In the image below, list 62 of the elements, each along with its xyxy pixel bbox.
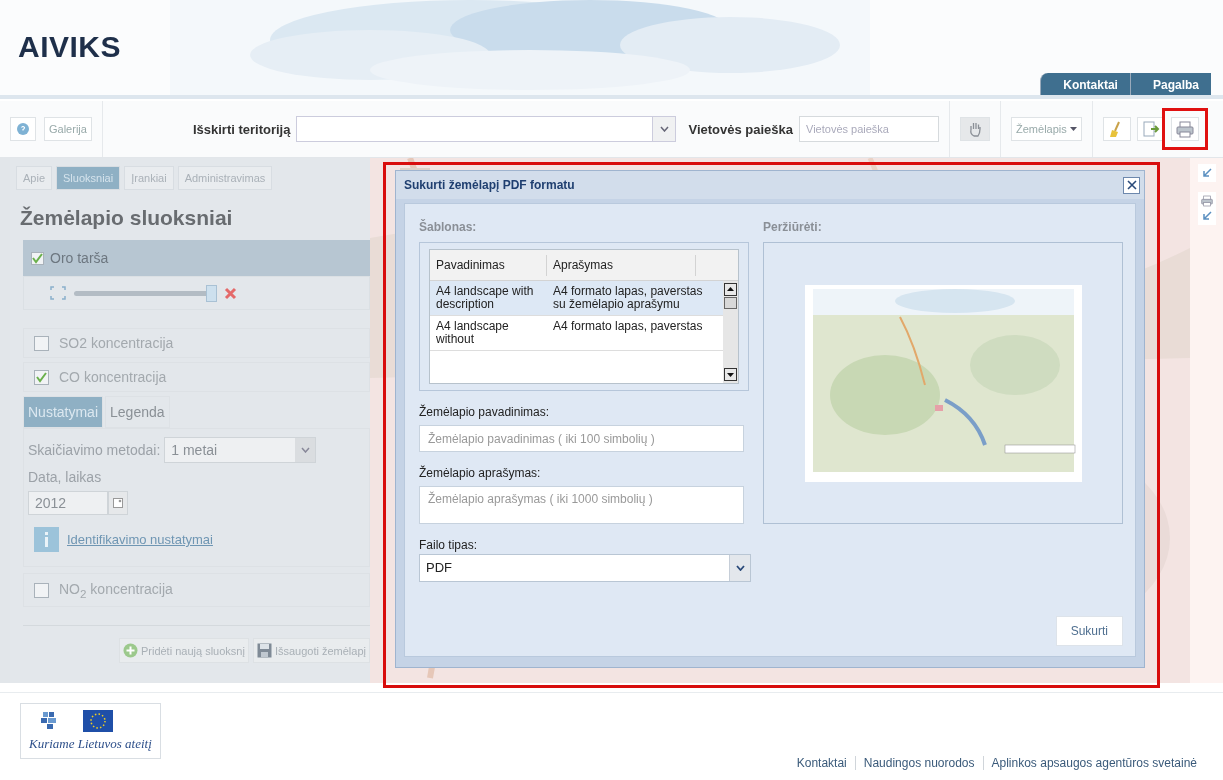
sidebar-tab[interactable]: Sluoksniai <box>56 166 121 190</box>
caret-icon <box>300 447 310 453</box>
panel-title: Žemėlapio sluoksniai <box>20 206 234 230</box>
date-label: Data, laikas <box>28 469 103 485</box>
layer-label: NO$_{2}$ koncentracija <box>59 580 173 600</box>
eu-flag-icon <box>83 710 113 732</box>
layer-row[interactable]: SO2 koncentracija <box>23 328 370 358</box>
pan-button[interactable] <box>960 117 990 141</box>
checkbox[interactable] <box>31 251 44 265</box>
date-field[interactable]: 2012 <box>28 491 108 515</box>
search-label: Vietovės paieška <box>688 121 793 137</box>
info-icon <box>34 527 59 552</box>
slider-thumb[interactable] <box>206 284 218 302</box>
footer-link[interactable]: Naudingos nuorodos <box>854 756 983 770</box>
sidebar-tab[interactable]: Administravimas <box>177 166 273 190</box>
save-map-button[interactable]: Išsaugoti žemėlapį <box>252 638 370 663</box>
gallery-button[interactable]: Galerija <box>44 117 92 141</box>
print-icon[interactable] <box>1200 195 1213 207</box>
footer-link[interactable]: Aplinkos apsaugos agentūros svetainė <box>982 756 1205 770</box>
logo: AIVIKS <box>18 30 122 64</box>
logo-caption: Kuriame Lietuvos ateitį <box>29 736 152 752</box>
layer-label: CO koncentracija <box>59 369 167 385</box>
header-tab[interactable]: Kontaktai <box>1040 73 1130 95</box>
fullscreen-icon[interactable] <box>50 286 66 300</box>
export-button[interactable] <box>1136 117 1165 141</box>
caret-icon <box>659 126 669 132</box>
calendar-button[interactable] <box>108 491 128 515</box>
layer-row[interactable]: NO$_{2}$ koncentracija <box>23 573 370 607</box>
collapse-arrow-icon[interactable] <box>1200 167 1213 179</box>
checkbox[interactable] <box>34 582 49 598</box>
print-icon <box>1175 120 1194 138</box>
header-tab[interactable]: Pagalba <box>1129 73 1211 95</box>
collapse-arrow-icon[interactable] <box>1200 210 1213 222</box>
method-label: Skaičiavimo metodai: <box>28 442 161 458</box>
add-layer-button[interactable]: Pridėti naują sluoksnį <box>118 638 249 663</box>
caret-icon <box>1069 127 1077 131</box>
method-select[interactable]: 1 metai <box>164 437 317 463</box>
help-icon <box>17 123 29 135</box>
calendar-icon <box>113 498 123 508</box>
plus-icon <box>122 643 138 658</box>
export-icon <box>1141 120 1160 138</box>
delete-icon[interactable] <box>224 286 237 300</box>
checkbox[interactable] <box>34 369 49 385</box>
help-button[interactable] <box>10 117 36 141</box>
sidebar-tab[interactable]: Įrankiai <box>124 166 174 190</box>
hand-icon <box>968 121 982 137</box>
search-field[interactable]: Vietovės paieška <box>799 116 939 142</box>
territory-select[interactable] <box>296 116 677 142</box>
layer-label: SO2 koncentracija <box>59 335 174 351</box>
footer-link[interactable]: Kontaktai <box>788 756 855 770</box>
opacity-slider[interactable] <box>74 284 216 302</box>
territory-label: Išskirti teritoriją <box>192 121 291 137</box>
layer-group-header[interactable]: Oro tarša <box>23 240 370 276</box>
layer-group-label: Oro tarša <box>50 250 109 266</box>
settings-tab[interactable]: Legenda <box>105 396 170 428</box>
settings-tab[interactable]: Nustatymai <box>23 396 104 428</box>
settings-link[interactable]: Identifikavimo nustatymai <box>67 532 213 547</box>
checkbox[interactable] <box>34 335 49 351</box>
map-menu-button[interactable]: Žemėlapis <box>1011 117 1082 141</box>
broom-button[interactable] <box>1102 117 1131 141</box>
sidebar-tab[interactable]: Apie <box>16 166 53 190</box>
layer-row[interactable]: CO koncentracija <box>23 362 370 392</box>
